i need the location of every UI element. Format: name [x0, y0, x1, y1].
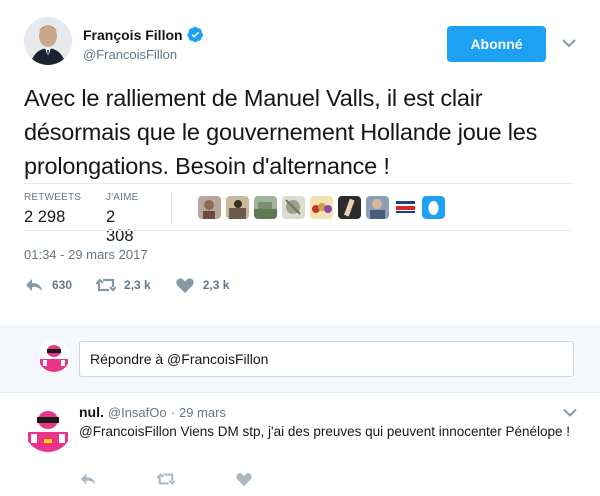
reply-time[interactable]: 29 mars	[179, 405, 226, 420]
author-name[interactable]: François Fillon	[83, 26, 204, 43]
likes-value: 2 308	[106, 208, 134, 245]
retweet-icon[interactable]	[96, 276, 117, 294]
chevron-down-icon[interactable]	[563, 408, 577, 417]
likes-label: J'AIME	[106, 192, 139, 203]
reply-icon[interactable]	[24, 276, 44, 294]
liker-avatar-9[interactable]	[422, 196, 445, 219]
tweet-actions: 630 2,3 k 2,3 k	[24, 276, 253, 294]
retweets-label: RETWEETS	[24, 192, 82, 203]
liker-avatar-1[interactable]	[198, 196, 221, 219]
liker-avatar-6[interactable]	[338, 196, 361, 219]
reply-input[interactable]: Répondre à @FrancoisFillon	[79, 341, 574, 377]
retweets-stat[interactable]: RETWEETS 2 298	[24, 192, 81, 227]
likes-stat[interactable]: J'AIME 2 308	[106, 192, 139, 246]
stats-separator	[171, 192, 172, 228]
liker-avatar-7[interactable]	[366, 196, 389, 219]
heart-icon[interactable]	[235, 471, 253, 487]
tweet-timestamp[interactable]: 01:34 - 29 mars 2017	[24, 247, 148, 262]
reply-author-name[interactable]: nul.	[79, 404, 104, 420]
reply-count: 630	[52, 278, 73, 292]
retweet-count: 2,3 k	[124, 278, 151, 292]
reply-author-handle[interactable]: @InsafOo	[108, 405, 167, 420]
reply-separator: ·	[170, 405, 175, 420]
current-user-avatar[interactable]	[38, 340, 70, 372]
liker-avatar-4[interactable]	[282, 196, 305, 219]
liker-avatars	[198, 196, 445, 219]
retweet-action[interactable]: 2,3 k	[96, 276, 151, 294]
tweet-text: Avec le ralliement de Manuel Valls, il e…	[24, 85, 538, 179]
chevron-down-icon[interactable]	[562, 38, 576, 48]
reply-tweet: nul. @InsafOo · 29 mars @FrancoisFillon …	[0, 393, 600, 496]
reply-text: @FrancoisFillon Viens DM stp, j'ai des p…	[79, 424, 571, 439]
divider	[24, 183, 574, 184]
divider	[24, 230, 574, 231]
reply-icon[interactable]	[79, 471, 97, 487]
author-name-text[interactable]: François Fillon	[83, 27, 183, 43]
liker-avatar-5[interactable]	[310, 196, 333, 219]
verified-badge-icon	[186, 26, 203, 43]
reply-author-avatar[interactable]	[24, 404, 72, 452]
liker-avatar-8[interactable]	[394, 196, 417, 219]
author-avatar[interactable]	[24, 17, 72, 65]
liker-avatar-2[interactable]	[226, 196, 249, 219]
heart-icon[interactable]	[175, 276, 195, 294]
reply-action[interactable]: 630	[24, 276, 72, 294]
like-count: 2,3 k	[202, 278, 230, 292]
retweets-value: 2 298	[24, 208, 66, 226]
reply-actions	[79, 471, 253, 487]
reply-compose-area: Répondre à @FrancoisFillon	[0, 326, 600, 393]
following-button[interactable]: Abonné	[447, 26, 546, 62]
main-tweet: François Fillon @FrancoisFillon Abonné A…	[0, 0, 600, 326]
author-handle[interactable]: @FrancoisFillon	[83, 47, 177, 62]
liker-avatar-3[interactable]	[254, 196, 277, 219]
like-action[interactable]: 2,3 k	[175, 276, 230, 294]
reply-header: nul. @InsafOo · 29 mars	[79, 404, 226, 420]
retweet-icon[interactable]	[157, 471, 175, 487]
